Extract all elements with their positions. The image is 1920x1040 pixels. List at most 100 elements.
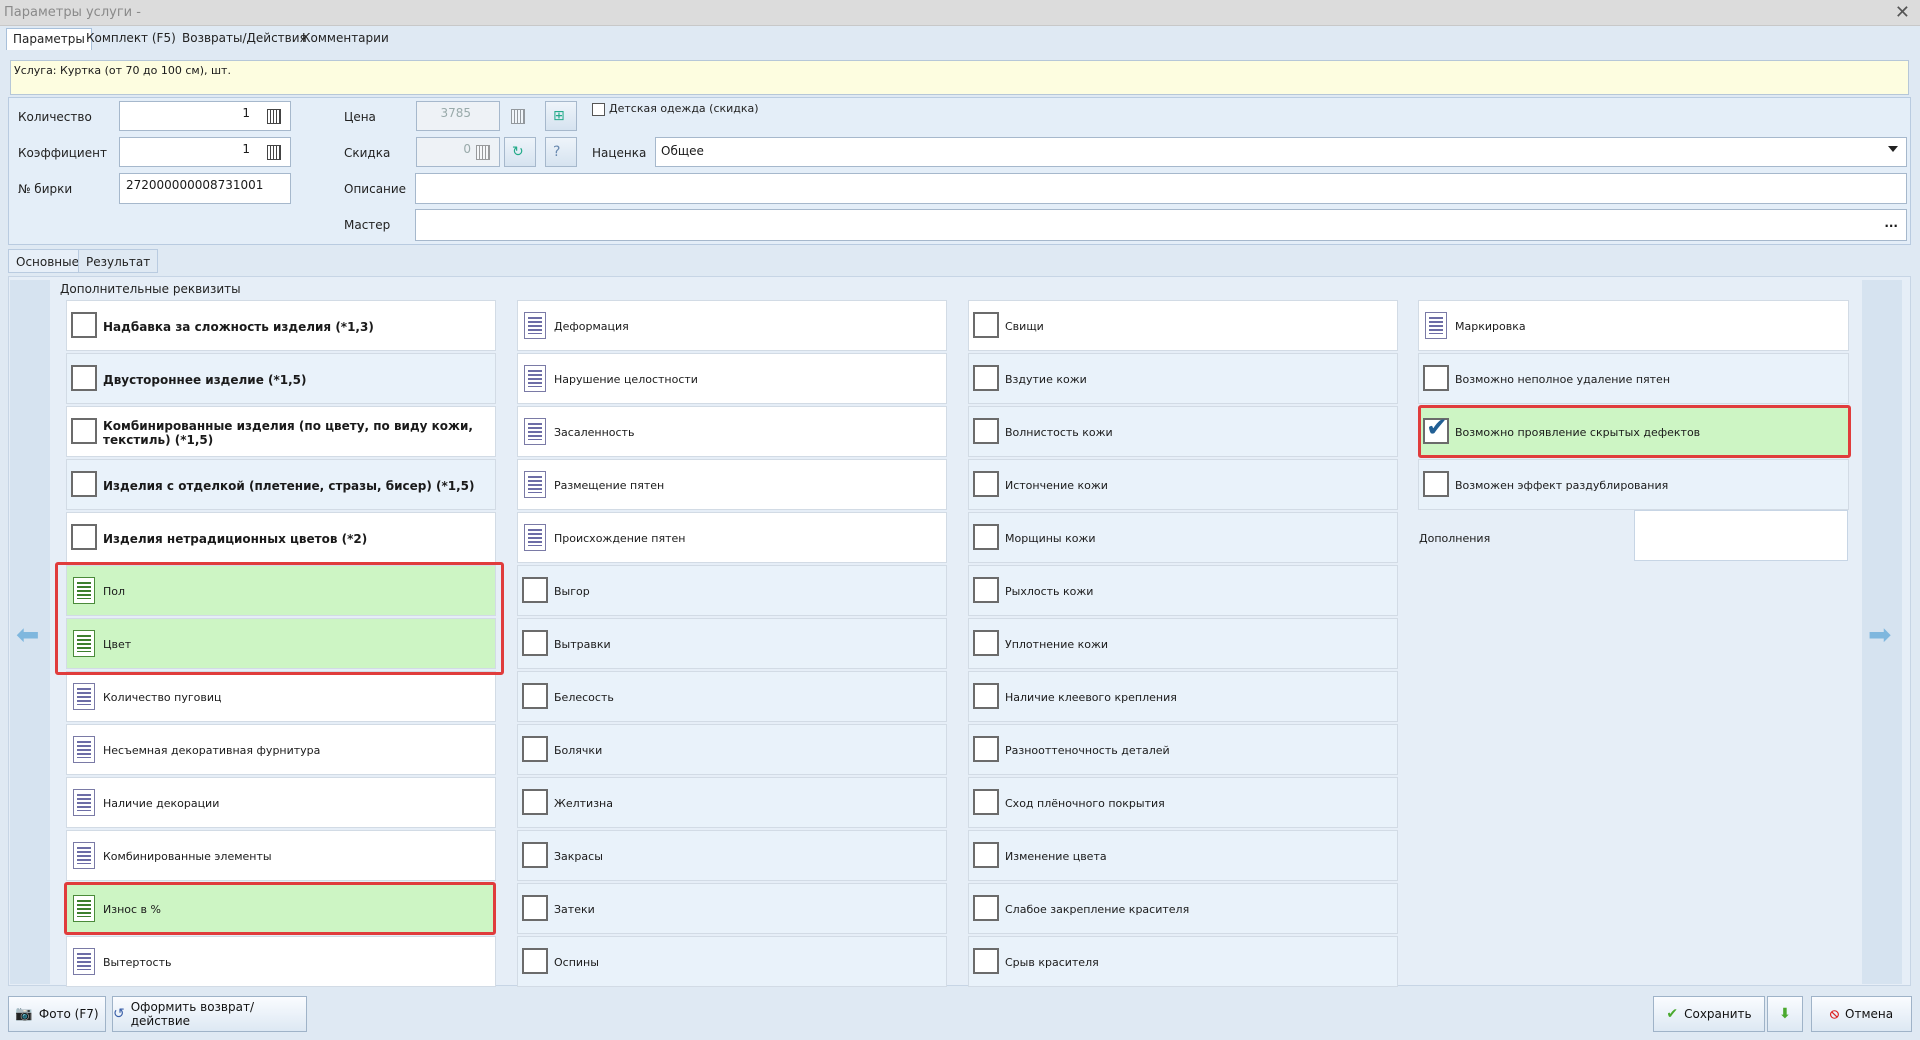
checkbox-icon[interactable] [71,418,97,444]
checkbox-icon[interactable] [973,895,999,921]
attribute-item[interactable]: Несъемная декоративная фурнитура [66,724,496,775]
attribute-item[interactable]: Наличие декорации [66,777,496,828]
checkbox-icon[interactable] [522,736,548,762]
attribute-item[interactable]: Белесость [517,671,947,722]
photo-button[interactable]: 📷 Фото (F7) [8,996,106,1032]
checkbox-icon[interactable] [522,789,548,815]
tab-parameters[interactable]: Параметры [6,28,92,50]
checkbox-icon[interactable] [973,418,999,444]
attribute-item[interactable]: Комбинированные изделия (по цвету, по ви… [66,406,496,457]
attribute-item[interactable]: Изменение цвета [968,830,1398,881]
attribute-item[interactable]: Болячки [517,724,947,775]
save-button[interactable]: ✔ Сохранить [1653,996,1765,1032]
attribute-item[interactable]: Износ в % [66,883,496,934]
tab-result[interactable]: Результат [78,249,159,273]
attribute-item[interactable]: Изделия нетрадиционных цветов (*2) [66,512,496,563]
checkbox-icon[interactable] [973,630,999,656]
attribute-item[interactable]: Пол [66,565,496,616]
attribute-item[interactable]: Возможно проявление скрытых дефектов [1418,406,1849,457]
attribute-item[interactable]: Сход плёночного покрытия [968,777,1398,828]
checkbox-icon[interactable] [973,948,999,974]
attribute-item[interactable]: Истончение кожи [968,459,1398,510]
tab-returns[interactable]: Возвраты/Действия [176,28,313,50]
attribute-item[interactable]: Затеки [517,883,947,934]
attribute-item[interactable]: Двустороннее изделие (*1,5) [66,353,496,404]
checkbox-icon[interactable] [973,577,999,603]
tab-main[interactable]: Основные [8,249,88,273]
calculator-button[interactable]: ⊞ [545,101,577,131]
checkbox-icon[interactable] [522,895,548,921]
attribute-item[interactable]: Изделия с отделкой (плетение, стразы, би… [66,459,496,510]
checkbox-icon[interactable] [71,471,97,497]
markup-select[interactable]: Общее [655,137,1907,167]
attribute-item[interactable]: Срыв красителя [968,936,1398,987]
checkbox-icon[interactable] [71,312,97,338]
refresh-button[interactable]: ↻ [504,137,536,167]
attribute-item[interactable]: Маркировка [1418,300,1849,351]
save-dropdown-button[interactable]: ⬇ [1767,996,1803,1032]
calculator-icon[interactable] [265,108,283,124]
more-icon[interactable]: ... [1884,216,1898,230]
attribute-label: Изделия нетрадиционных цветов (*2) [103,531,368,546]
tab-comments[interactable]: Комментарии [296,28,395,50]
checkbox-icon[interactable] [522,630,548,656]
checkbox-icon[interactable] [1423,365,1449,391]
attribute-item[interactable]: Наличие клеевого крепления [968,671,1398,722]
attribute-item[interactable]: Вытертость [66,936,496,987]
attribute-item[interactable]: Возможно неполное удаление пятен [1418,353,1849,404]
next-page-button[interactable]: ➡ [1862,280,1902,984]
attribute-item[interactable]: Вздутие кожи [968,353,1398,404]
attribute-item[interactable]: Возможен эффект раздублирования [1418,459,1849,510]
attribute-item[interactable]: Морщины кожи [968,512,1398,563]
checkbox-icon[interactable] [973,365,999,391]
calculator-icon[interactable] [265,144,283,160]
prev-page-button[interactable]: ⬅ [10,280,50,984]
attribute-item[interactable]: Происхождение пятен [517,512,947,563]
attribute-item[interactable]: Свищи [968,300,1398,351]
attribute-item[interactable]: Засаленность [517,406,947,457]
attribute-item[interactable]: Рыхлость кожи [968,565,1398,616]
checkbox-checked-icon[interactable] [1423,413,1449,444]
master-field[interactable]: ... [415,209,1907,241]
help-button[interactable]: ? [545,137,577,167]
checkbox-icon[interactable] [973,312,999,338]
additions-field[interactable] [1634,510,1848,561]
attribute-item[interactable]: Деформация [517,300,947,351]
checkbox-icon[interactable] [1423,471,1449,497]
checkbox-icon[interactable] [71,365,97,391]
attribute-item[interactable]: Количество пуговиц [66,671,496,722]
master-label: Мастер [344,218,391,232]
attribute-item[interactable]: Уплотнение кожи [968,618,1398,669]
return-action-button[interactable]: ↺ Оформить возврат/действие [112,996,307,1032]
attribute-item[interactable]: Желтизна [517,777,947,828]
checkbox-icon[interactable] [522,577,548,603]
checkbox-icon[interactable] [973,524,999,550]
cancel-button[interactable]: ⦸ Отмена [1811,996,1912,1032]
checkbox-icon[interactable] [522,948,548,974]
checkbox-icon[interactable] [71,524,97,550]
checkbox-icon[interactable] [973,471,999,497]
attribute-item[interactable]: Размещение пятен [517,459,947,510]
kids-clothing-checkbox[interactable] [592,103,605,116]
attribute-item[interactable]: Закрасы [517,830,947,881]
attribute-item[interactable]: Волнистость кожи [968,406,1398,457]
attribute-item[interactable]: Слабое закрепление красителя [968,883,1398,934]
attribute-item[interactable]: Комбинированные элементы [66,830,496,881]
close-icon[interactable]: ✕ [1895,2,1910,23]
checkbox-icon[interactable] [973,842,999,868]
checkbox-icon[interactable] [973,736,999,762]
attribute-item[interactable]: Оспины [517,936,947,987]
attribute-item[interactable]: Выгор [517,565,947,616]
checkbox-icon[interactable] [522,683,548,709]
attribute-item[interactable]: Цвет [66,618,496,669]
checkbox-icon[interactable] [973,683,999,709]
tag-field[interactable]: 272000000008731001 [119,173,291,204]
checkbox-icon[interactable] [522,842,548,868]
attribute-item[interactable]: Вытравки [517,618,947,669]
attribute-item[interactable]: Нарушение целостности [517,353,947,404]
tab-kit[interactable]: Комплект (F5) [80,28,182,50]
description-field[interactable] [415,173,1907,204]
attribute-item[interactable]: Разнооттеночность деталей [968,724,1398,775]
attribute-item[interactable]: Надбавка за сложность изделия (*1,3) [66,300,496,351]
checkbox-icon[interactable] [973,789,999,815]
